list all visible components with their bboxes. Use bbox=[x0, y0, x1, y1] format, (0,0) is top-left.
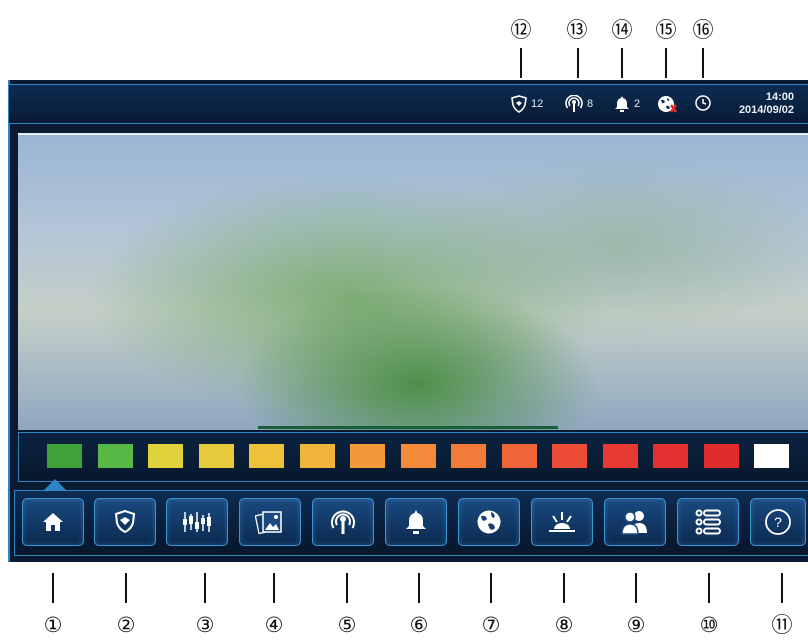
callout-9: ⑨ bbox=[626, 613, 646, 637]
globe-icon bbox=[477, 510, 501, 534]
users-icon bbox=[621, 511, 647, 535]
home-button[interactable] bbox=[22, 498, 84, 546]
callout-line-4 bbox=[273, 573, 275, 603]
callout-7: ⑦ bbox=[481, 613, 501, 637]
help-icon: ? bbox=[765, 509, 791, 535]
globe-button[interactable] bbox=[458, 498, 520, 546]
level-swatch bbox=[197, 443, 235, 469]
callout-15: ⑮ bbox=[655, 18, 677, 42]
callout-line-11 bbox=[781, 573, 783, 603]
callout-line-5 bbox=[346, 573, 348, 603]
callout-2: ② bbox=[116, 613, 136, 637]
network-status[interactable] bbox=[657, 95, 677, 113]
antenna-status[interactable]: 8 bbox=[565, 95, 593, 113]
callout-line-7 bbox=[490, 573, 492, 603]
level-swatch bbox=[399, 443, 437, 469]
antenna-icon bbox=[565, 95, 583, 112]
callout-line-3 bbox=[204, 573, 206, 603]
help-label: ? bbox=[774, 514, 782, 530]
list-icon bbox=[695, 509, 721, 535]
callout-4: ④ bbox=[264, 613, 284, 637]
help-button[interactable]: ? bbox=[750, 498, 806, 546]
level-swatch bbox=[46, 443, 83, 469]
callout-12: ⑫ bbox=[510, 18, 532, 42]
photos-button[interactable] bbox=[239, 498, 301, 546]
level-swatch-bar bbox=[18, 432, 808, 482]
globe-alert-icon bbox=[658, 96, 677, 113]
level-swatch bbox=[450, 443, 487, 469]
sunrise-button[interactable] bbox=[531, 498, 593, 546]
alarm-button[interactable] bbox=[385, 498, 447, 546]
callout-5: ⑤ bbox=[337, 613, 357, 637]
bell-status[interactable]: 2 bbox=[614, 95, 640, 113]
callout-13: ⑬ bbox=[566, 18, 588, 42]
antenna-button[interactable] bbox=[312, 498, 374, 546]
level-swatch bbox=[500, 443, 538, 469]
callout-11: ⑪ bbox=[771, 613, 793, 637]
bell-icon bbox=[406, 510, 426, 534]
level-swatch bbox=[652, 443, 689, 469]
camera-view[interactable] bbox=[18, 133, 808, 430]
callout-line-14 bbox=[621, 48, 623, 78]
clock-status[interactable] bbox=[695, 95, 711, 111]
callout-14: ⑭ bbox=[611, 18, 633, 42]
level-swatch bbox=[551, 443, 588, 469]
level-swatch bbox=[753, 443, 790, 469]
clock-text: 14:00 2014/09/02 bbox=[739, 91, 794, 117]
clock-time: 14:00 bbox=[765, 91, 794, 103]
antenna-icon bbox=[331, 510, 355, 534]
view-divider bbox=[258, 426, 558, 429]
callout-3: ③ bbox=[195, 613, 215, 637]
callout-line-12 bbox=[520, 48, 522, 78]
status-bar: 12 8 2 14:00 2014/09/02 bbox=[8, 84, 808, 124]
antenna-count: 8 bbox=[587, 98, 594, 110]
chart-button[interactable] bbox=[166, 498, 228, 546]
shield-icon bbox=[511, 95, 527, 113]
menu-list-button[interactable] bbox=[677, 498, 739, 546]
level-swatch bbox=[96, 443, 134, 469]
active-indicator bbox=[44, 479, 66, 490]
home-icon bbox=[43, 513, 63, 531]
bell-icon bbox=[615, 96, 629, 112]
callout-line-13 bbox=[577, 48, 579, 78]
level-swatch bbox=[248, 443, 285, 469]
callout-16: ⑯ bbox=[692, 18, 714, 42]
callout-line-9 bbox=[635, 573, 637, 603]
shield-status[interactable]: 12 bbox=[511, 95, 543, 113]
level-swatch bbox=[147, 443, 184, 469]
users-button[interactable] bbox=[604, 498, 666, 546]
callout-line-6 bbox=[418, 573, 420, 603]
callout-6: ⑥ bbox=[409, 613, 429, 637]
callout-line-8 bbox=[563, 573, 565, 603]
callout-10: ⑩ bbox=[699, 613, 719, 637]
callout-line-16 bbox=[702, 48, 704, 78]
level-swatch bbox=[601, 443, 639, 469]
callout-line-1 bbox=[52, 573, 54, 603]
level-swatch bbox=[702, 443, 740, 469]
photos-icon bbox=[255, 511, 282, 535]
callout-1: ① bbox=[43, 613, 63, 637]
level-swatch bbox=[298, 443, 336, 469]
clock-icon bbox=[695, 95, 711, 111]
clock-date: 2014/09/02 bbox=[738, 104, 794, 116]
level-swatch bbox=[349, 443, 386, 469]
security-button[interactable] bbox=[94, 498, 156, 546]
chart-icon bbox=[183, 512, 211, 532]
shield-icon bbox=[114, 510, 136, 534]
bell-count: 2 bbox=[634, 98, 641, 110]
callout-8: ⑧ bbox=[554, 613, 574, 637]
callout-line-10 bbox=[708, 573, 710, 603]
sunrise-icon bbox=[549, 512, 575, 532]
callout-line-15 bbox=[665, 48, 667, 78]
callout-line-2 bbox=[125, 573, 127, 603]
shield-count: 12 bbox=[531, 98, 544, 110]
